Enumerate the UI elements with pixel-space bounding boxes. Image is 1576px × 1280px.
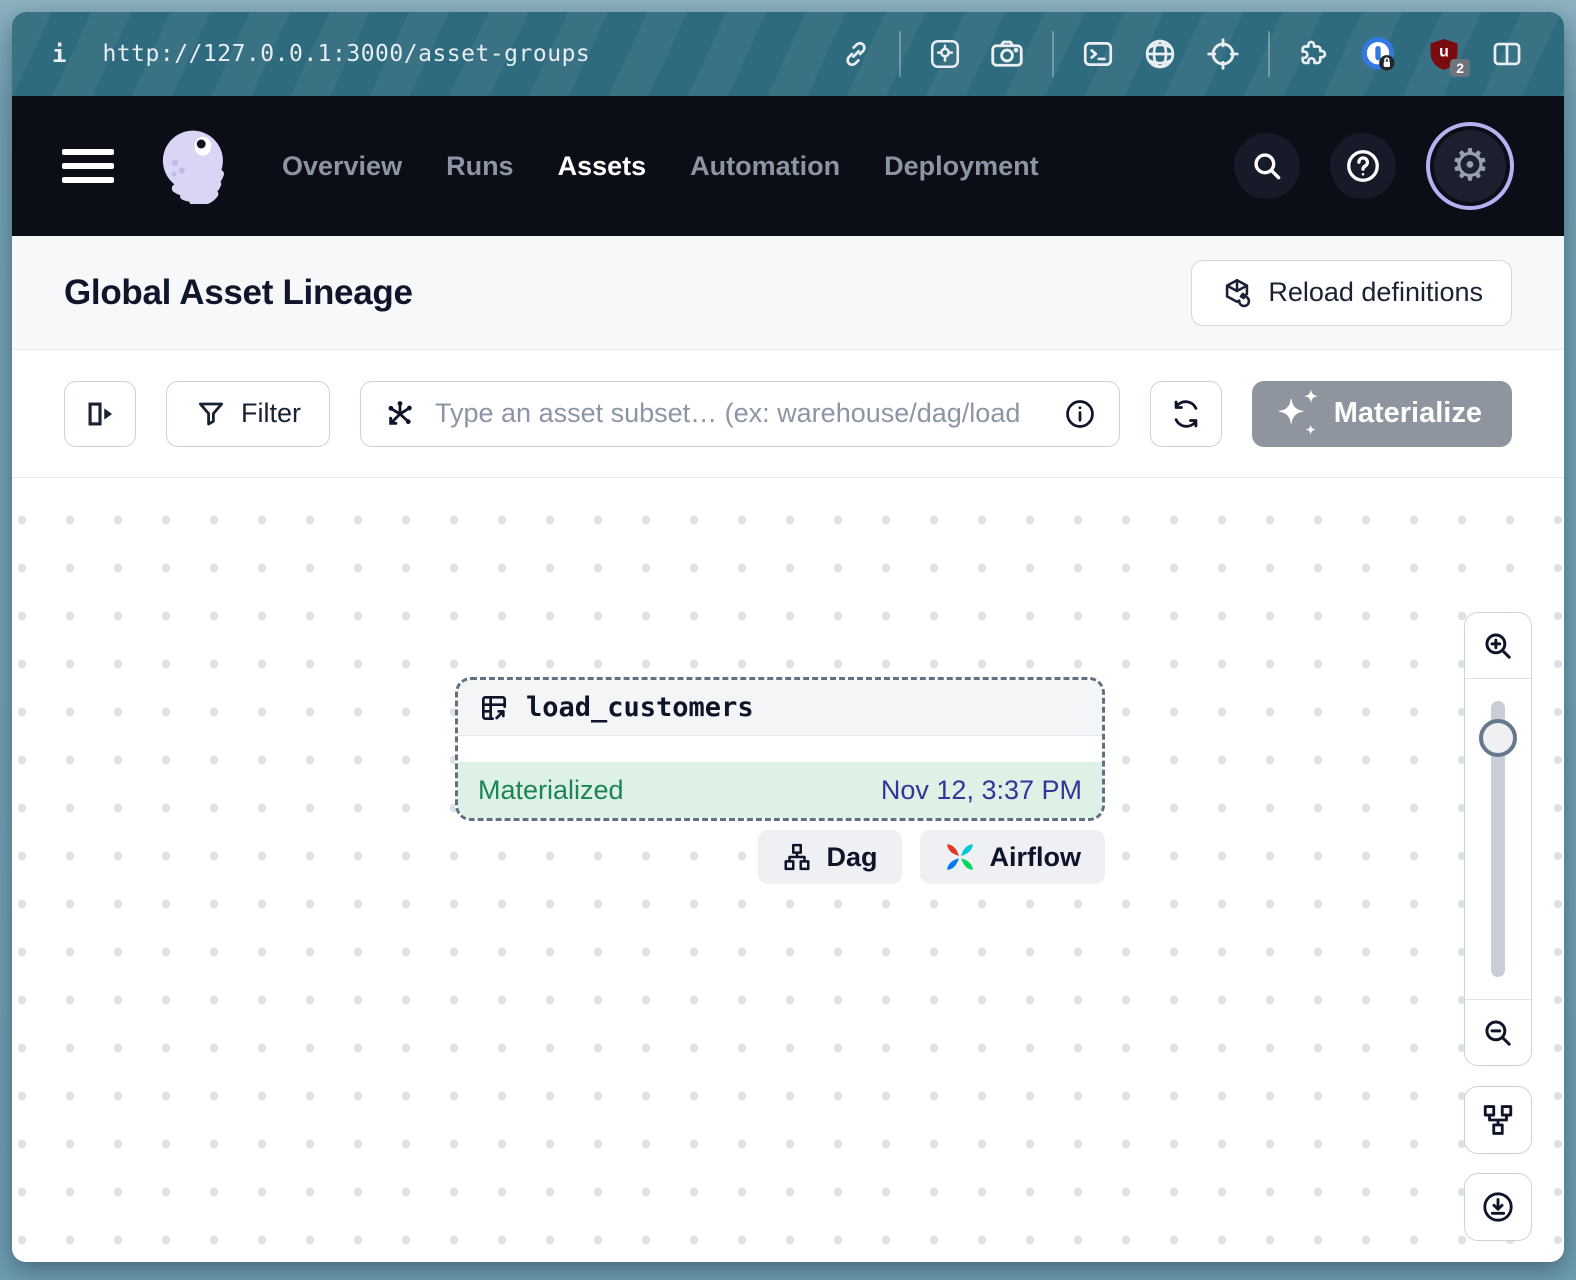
materialized-timestamp: Nov 12, 3:37 PM — [881, 775, 1082, 806]
lineage-canvas[interactable]: load_customers Materialized Nov 12, 3:37… — [12, 478, 1564, 1262]
refresh-button[interactable] — [1150, 381, 1222, 447]
zoom-in-icon — [1481, 629, 1515, 663]
settings-focus-ring: ⚙ — [1426, 122, 1514, 210]
ublock-shield-icon[interactable]: u 2 — [1425, 35, 1463, 73]
settings-button[interactable]: ⚙ — [1434, 130, 1506, 202]
terminal-icon[interactable] — [1081, 37, 1115, 71]
tag-dag[interactable]: Dag — [758, 830, 901, 884]
extensions-puzzle-icon[interactable] — [1297, 37, 1331, 71]
reload-cube-icon — [1220, 276, 1254, 310]
themes-icon[interactable] — [928, 37, 962, 71]
ublock-badge-count: 2 — [1450, 59, 1470, 77]
asset-node-load-customers[interactable]: load_customers Materialized Nov 12, 3:37… — [455, 677, 1105, 821]
zoom-slider[interactable] — [1465, 679, 1531, 999]
asset-node-body — [458, 736, 1102, 762]
browser-toolbar: i http://127.0.0.1:3000/asset-groups — [12, 12, 1564, 96]
filter-funnel-icon — [195, 398, 227, 430]
url-address[interactable]: http://127.0.0.1:3000/asset-groups — [102, 41, 590, 67]
zoom-out-button[interactable] — [1465, 999, 1531, 1065]
nav-item-automation[interactable]: Automation — [690, 151, 840, 182]
graph-layout-icon — [1481, 1103, 1515, 1137]
filter-button[interactable]: Filter — [166, 381, 330, 447]
zoom-in-button[interactable] — [1465, 613, 1531, 679]
nav-item-deployment[interactable]: Deployment — [884, 151, 1039, 182]
zoom-out-icon — [1481, 1016, 1515, 1050]
materialized-status: Materialized — [478, 775, 624, 806]
help-icon — [1344, 147, 1382, 185]
search-icon — [1250, 149, 1284, 183]
expand-panel-icon — [83, 397, 117, 431]
info-icon[interactable] — [1063, 397, 1097, 431]
app-window: i http://127.0.0.1:3000/asset-groups — [12, 12, 1564, 1262]
globe-icon[interactable] — [1142, 36, 1178, 72]
observable-table-icon — [478, 692, 510, 724]
asset-graph-icon — [383, 397, 417, 431]
zoom-controls — [1464, 612, 1532, 1066]
dag-hierarchy-icon — [782, 842, 812, 872]
open-sidebar-button[interactable] — [64, 381, 136, 447]
tag-dag-label: Dag — [826, 842, 877, 873]
download-icon — [1480, 1189, 1516, 1225]
main-nav: Overview Runs Assets Automation Deployme… — [282, 151, 1039, 182]
asset-tags: Dag Airflow — [455, 830, 1105, 884]
page-info-icon[interactable]: i — [52, 40, 66, 68]
copy-link-icon[interactable] — [840, 38, 872, 70]
asset-status-row: Materialized Nov 12, 3:37 PM — [458, 762, 1102, 818]
toolbar-divider — [1268, 31, 1270, 77]
page-header: Global Asset Lineage Reload definitions — [12, 236, 1564, 350]
nav-item-overview[interactable]: Overview — [282, 151, 402, 182]
tag-airflow[interactable]: Airflow — [920, 830, 1106, 884]
toolbar-divider — [1052, 31, 1054, 77]
screenshot-icon[interactable] — [989, 36, 1025, 72]
rearrange-layout-button[interactable] — [1464, 1086, 1532, 1154]
zoom-slider-thumb[interactable] — [1479, 719, 1517, 757]
page-title: Global Asset Lineage — [64, 273, 413, 313]
asset-subset-input[interactable] — [435, 398, 1045, 429]
nav-item-runs[interactable]: Runs — [446, 151, 514, 182]
search-button[interactable] — [1234, 133, 1300, 199]
download-image-button[interactable] — [1464, 1173, 1532, 1241]
refresh-icon — [1169, 397, 1203, 431]
filter-label: Filter — [241, 398, 301, 429]
lineage-toolbar: Filter ✦ ✦ ✦ Materialize — [12, 350, 1564, 478]
asset-node-header: load_customers — [458, 680, 1102, 736]
dagster-logo[interactable] — [154, 124, 234, 209]
svg-text:u: u — [1439, 43, 1449, 60]
asset-name: load_customers — [526, 692, 754, 723]
reload-definitions-button[interactable]: Reload definitions — [1191, 260, 1512, 326]
materialize-label: Materialize — [1334, 397, 1482, 430]
toolbar-divider — [899, 31, 901, 77]
menu-hamburger-icon[interactable] — [62, 149, 114, 183]
asset-selection-box — [360, 381, 1120, 447]
nav-item-assets[interactable]: Assets — [558, 151, 647, 182]
reload-definitions-label: Reload definitions — [1268, 277, 1483, 308]
picker-target-icon[interactable] — [1205, 36, 1241, 72]
materialize-button[interactable]: ✦ ✦ ✦ Materialize — [1252, 381, 1512, 447]
airflow-logo-icon — [944, 841, 976, 873]
tag-airflow-label: Airflow — [990, 842, 1082, 873]
app-navbar: Overview Runs Assets Automation Deployme… — [12, 96, 1564, 236]
gear-icon: ⚙ — [1450, 144, 1489, 188]
password-manager-icon[interactable] — [1358, 34, 1398, 74]
split-view-icon[interactable] — [1490, 37, 1524, 71]
help-button[interactable] — [1330, 133, 1396, 199]
sparkles-icon: ✦ ✦ ✦ — [1278, 392, 1318, 436]
